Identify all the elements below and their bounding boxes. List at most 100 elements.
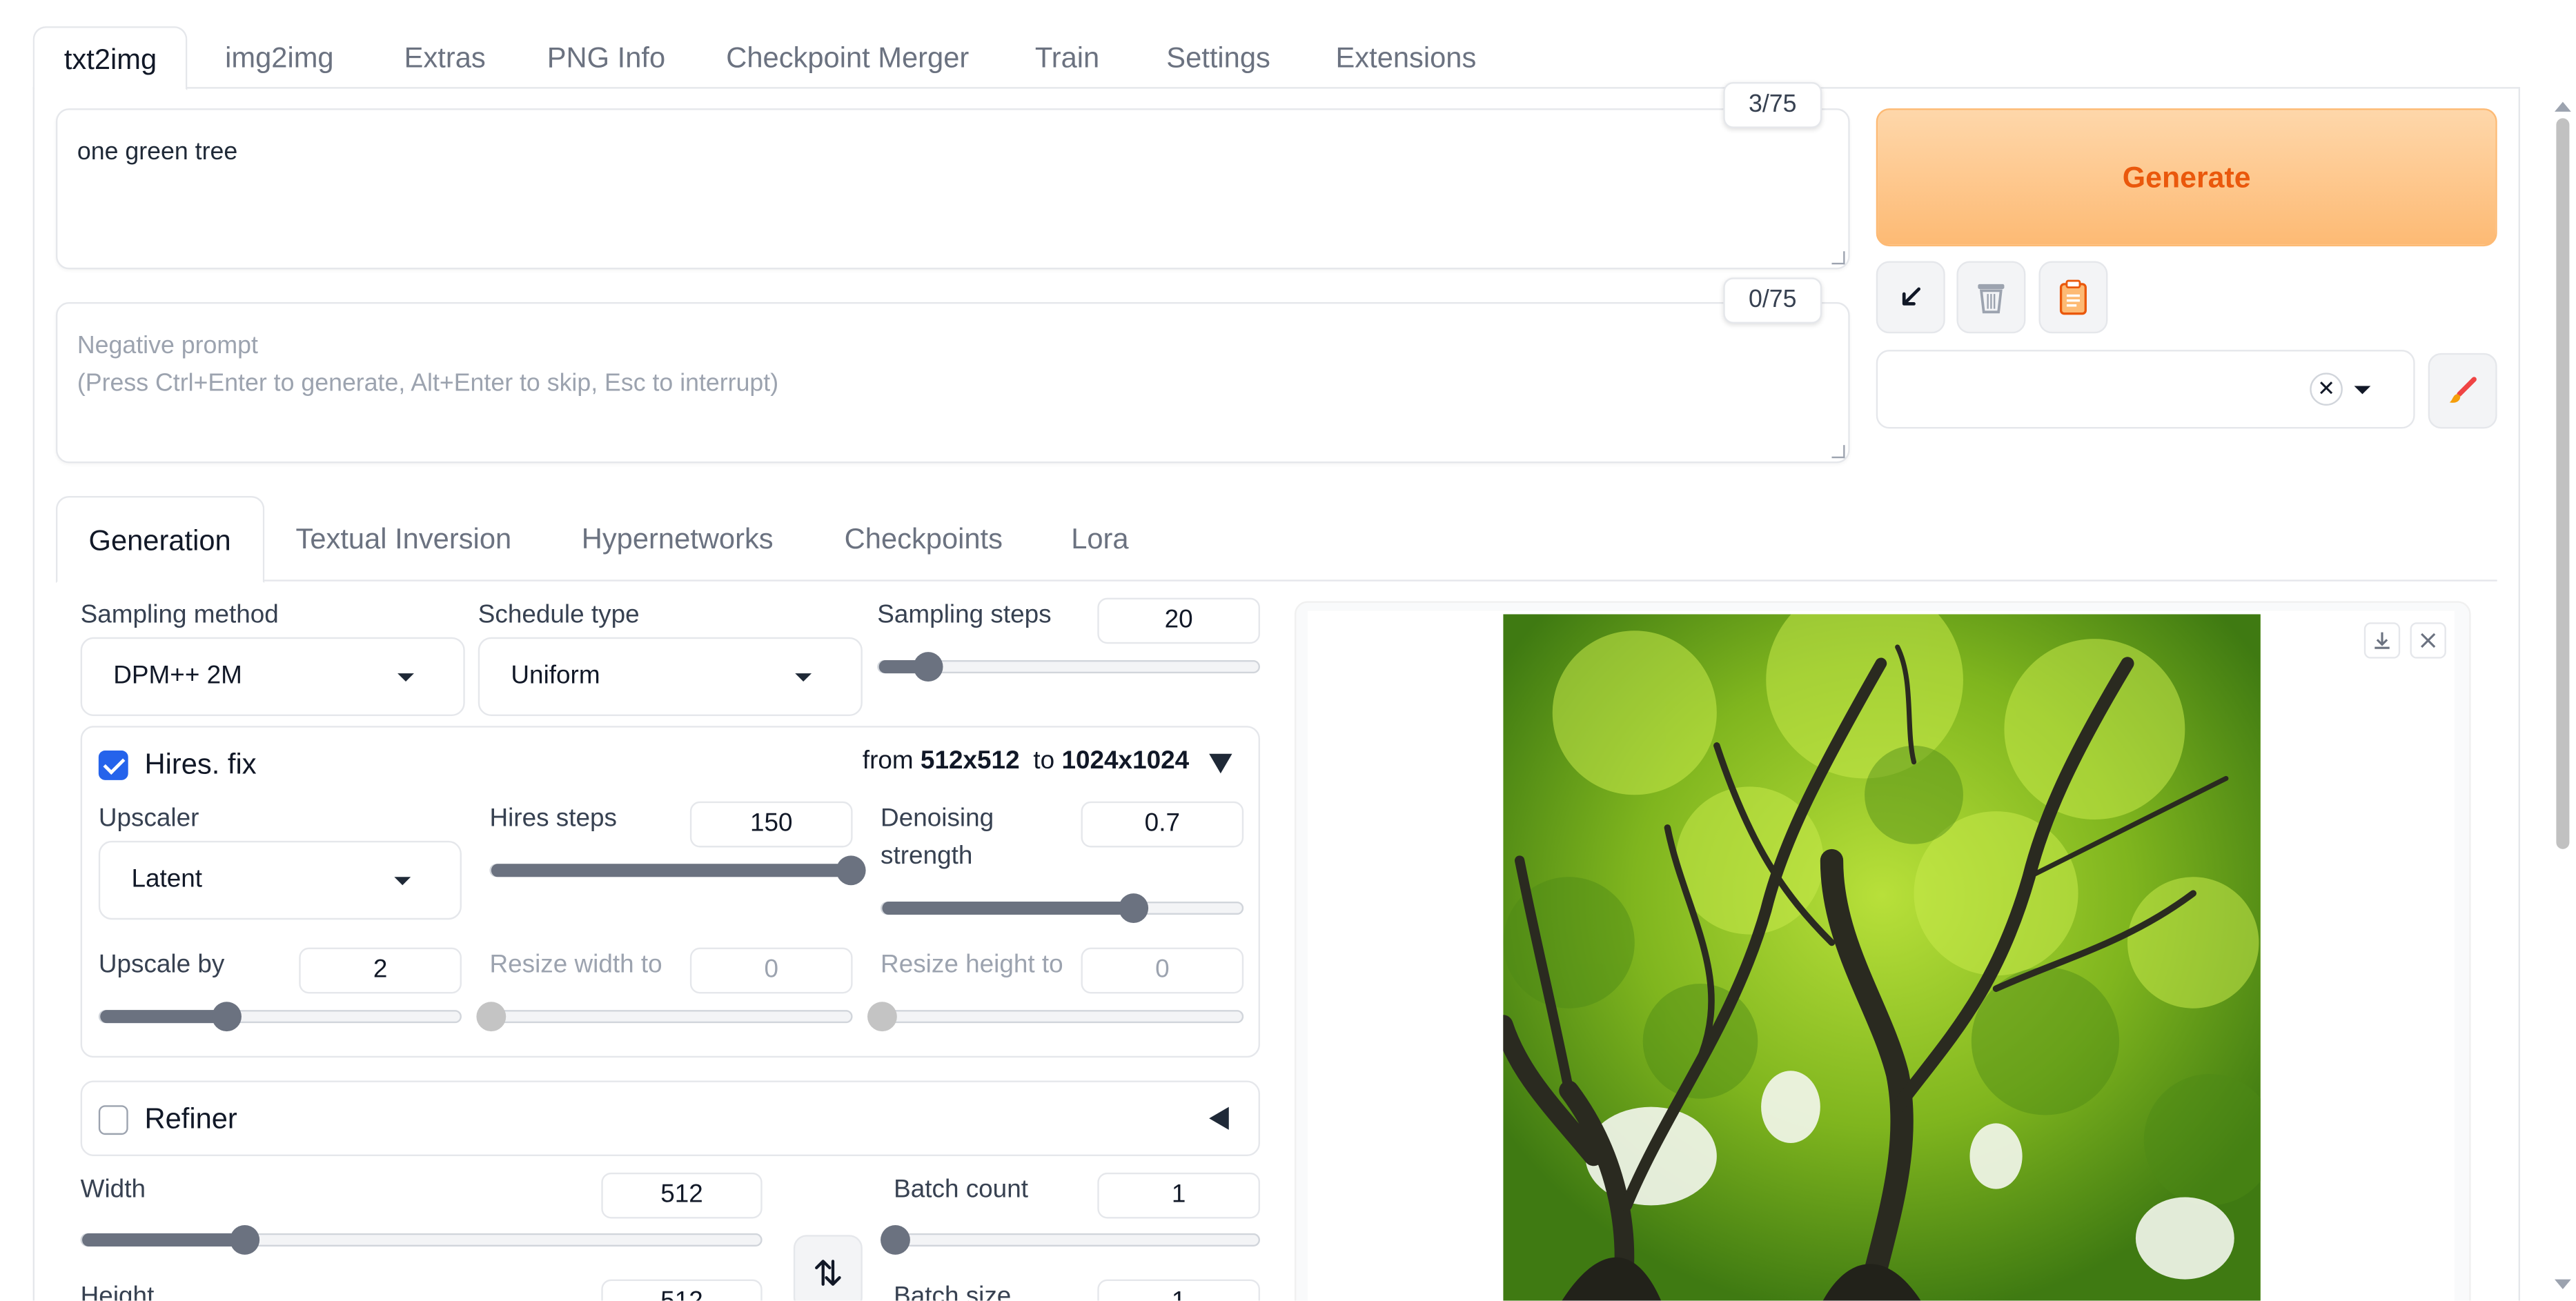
upscaler-select[interactable]: Latent <box>98 840 462 920</box>
negative-prompt-token-counter: 0/75 <box>1723 277 1822 324</box>
sampling-method-select[interactable]: DPM++ 2M <box>80 637 465 716</box>
chevron-down-icon <box>397 673 414 682</box>
top-tab-bar: txt2img img2img Extras PNG Info Checkpoi… <box>32 26 2520 90</box>
hires-fix-checkbox[interactable] <box>98 750 128 780</box>
refiner-checkbox[interactable] <box>98 1105 128 1135</box>
tab-lora[interactable]: Lora <box>1040 496 1160 582</box>
hires-fix-label: Hires. fix <box>144 747 257 780</box>
batch-count-input[interactable]: 1 <box>1097 1172 1260 1219</box>
slider-thumb[interactable] <box>881 1225 910 1255</box>
resize-height-input[interactable]: 0 <box>1081 947 1244 994</box>
tab-generation[interactable]: Generation <box>55 495 264 584</box>
denoising-label-line1: Denoising <box>881 804 994 833</box>
webui-app: txt2img img2img Extras PNG Info Checkpoi… <box>0 0 2576 1301</box>
sampling-steps-slider[interactable] <box>877 652 1260 682</box>
resize-grip-icon[interactable] <box>1831 445 1845 459</box>
clear-styles-icon[interactable]: ✕ <box>2310 373 2343 406</box>
tab-textual-inversion[interactable]: Textual Inversion <box>264 496 542 582</box>
denoising-slider[interactable] <box>881 893 1244 923</box>
schedule-type-label: Schedule type <box>478 601 640 629</box>
upscaler-value: Latent <box>131 865 203 894</box>
slider-thumb[interactable] <box>230 1225 260 1255</box>
read-params-button[interactable] <box>1876 261 1945 334</box>
chevron-down-icon <box>795 673 812 682</box>
hires-from-prefix: from <box>862 747 914 775</box>
resize-width-slider[interactable] <box>476 1002 853 1032</box>
scrollbar-thumb[interactable] <box>2556 118 2570 849</box>
slider-thumb[interactable] <box>476 1002 507 1032</box>
sampling-steps-input[interactable]: 20 <box>1097 597 1260 644</box>
resize-height-label: Resize height to <box>881 951 1063 979</box>
batch-count-label: Batch count <box>894 1175 1028 1204</box>
chevron-down-icon[interactable] <box>2354 386 2371 395</box>
collapse-triangle-icon[interactable] <box>1209 753 1232 774</box>
upscale-by-input[interactable]: 2 <box>299 947 462 994</box>
resize-height-slider[interactable] <box>867 1002 1244 1032</box>
arrow-down-left-icon <box>1902 287 1921 306</box>
download-icon <box>2375 632 2390 649</box>
denoising-input[interactable]: 0.7 <box>1081 801 1244 848</box>
width-slider[interactable] <box>80 1225 763 1255</box>
tab-img2img[interactable]: img2img <box>195 26 363 88</box>
batch-size-label: Batch size <box>894 1282 1012 1301</box>
height-input[interactable]: 512 <box>601 1279 763 1301</box>
scroll-up-arrow-icon[interactable] <box>2554 101 2571 112</box>
trash-icon <box>1978 284 2005 314</box>
tab-train[interactable]: Train <box>1005 26 1129 88</box>
generate-button[interactable]: Generate <box>1876 108 2497 247</box>
scroll-down-arrow-icon[interactable] <box>2554 1279 2571 1289</box>
tab-extras[interactable]: Extras <box>375 26 515 88</box>
sampling-method-label: Sampling method <box>80 601 279 629</box>
refiner-label: Refiner <box>144 1102 237 1135</box>
negative-prompt-textarea[interactable]: Negative prompt (Press Ctrl+Enter to gen… <box>55 302 1850 464</box>
width-input[interactable]: 512 <box>601 1172 763 1219</box>
upscale-by-slider[interactable] <box>98 1002 462 1032</box>
tab-extensions[interactable]: Extensions <box>1306 26 1506 88</box>
slider-thumb[interactable] <box>913 652 943 682</box>
paintbrush-icon <box>2449 377 2477 403</box>
hires-steps-input[interactable]: 150 <box>689 801 853 848</box>
expand-triangle-icon[interactable] <box>1209 1106 1229 1130</box>
negative-prompt-placeholder-line1: Negative prompt <box>77 331 258 360</box>
slider-thumb[interactable] <box>867 1002 897 1032</box>
slider-fill <box>491 864 852 877</box>
swap-dimensions-button[interactable] <box>793 1235 863 1301</box>
styles-dropdown[interactable]: ✕ <box>1876 350 2415 429</box>
clipboard-icon <box>2059 279 2087 315</box>
resize-width-label: Resize width to <box>489 951 662 979</box>
upscaler-label: Upscaler <box>98 804 199 833</box>
download-button[interactable] <box>2363 622 2401 659</box>
chevron-down-icon <box>394 877 411 886</box>
generation-tab-bar: Generation Textual Inversion Hypernetwor… <box>55 495 2497 584</box>
tab-png-info[interactable]: PNG Info <box>518 26 695 88</box>
prompt-text: one green tree <box>77 137 238 166</box>
slider-fill <box>882 902 1134 915</box>
close-icon <box>2421 633 2436 648</box>
slider-thumb[interactable] <box>836 855 866 886</box>
tab-txt2img[interactable]: txt2img <box>32 26 188 90</box>
prompt-textarea[interactable]: one green tree <box>55 108 1850 270</box>
resize-width-input[interactable]: 0 <box>689 947 853 994</box>
paste-styles-button[interactable] <box>2038 261 2108 334</box>
batch-size-input[interactable]: 1 <box>1097 1279 1260 1301</box>
generated-tree-image[interactable] <box>1503 614 2261 1301</box>
prompt-token-counter: 3/75 <box>1723 82 1822 128</box>
hires-steps-label: Hires steps <box>489 804 618 833</box>
sampling-steps-label: Sampling steps <box>877 601 1052 629</box>
slider-thumb[interactable] <box>211 1002 242 1032</box>
edit-styles-button[interactable] <box>2428 352 2497 429</box>
schedule-type-select[interactable]: Uniform <box>478 637 863 716</box>
tab-hypernetworks[interactable]: Hypernetworks <box>551 496 805 582</box>
tab-checkpoint-merger[interactable]: Checkpoint Merger <box>696 26 999 88</box>
hires-to-prefix: to <box>1033 747 1055 775</box>
hires-steps-slider[interactable] <box>489 855 866 886</box>
hires-size-summary: from 512x512 to 1024x1024 <box>863 747 1189 777</box>
slider-fill <box>82 1233 245 1247</box>
close-image-button[interactable] <box>2410 622 2446 659</box>
tab-settings[interactable]: Settings <box>1137 26 1299 88</box>
width-label: Width <box>80 1175 146 1204</box>
resize-grip-icon[interactable] <box>1831 251 1845 265</box>
batch-count-slider[interactable] <box>881 1225 1260 1255</box>
clear-prompt-button[interactable] <box>1956 261 2026 334</box>
tab-checkpoints[interactable]: Checkpoints <box>813 496 1034 582</box>
